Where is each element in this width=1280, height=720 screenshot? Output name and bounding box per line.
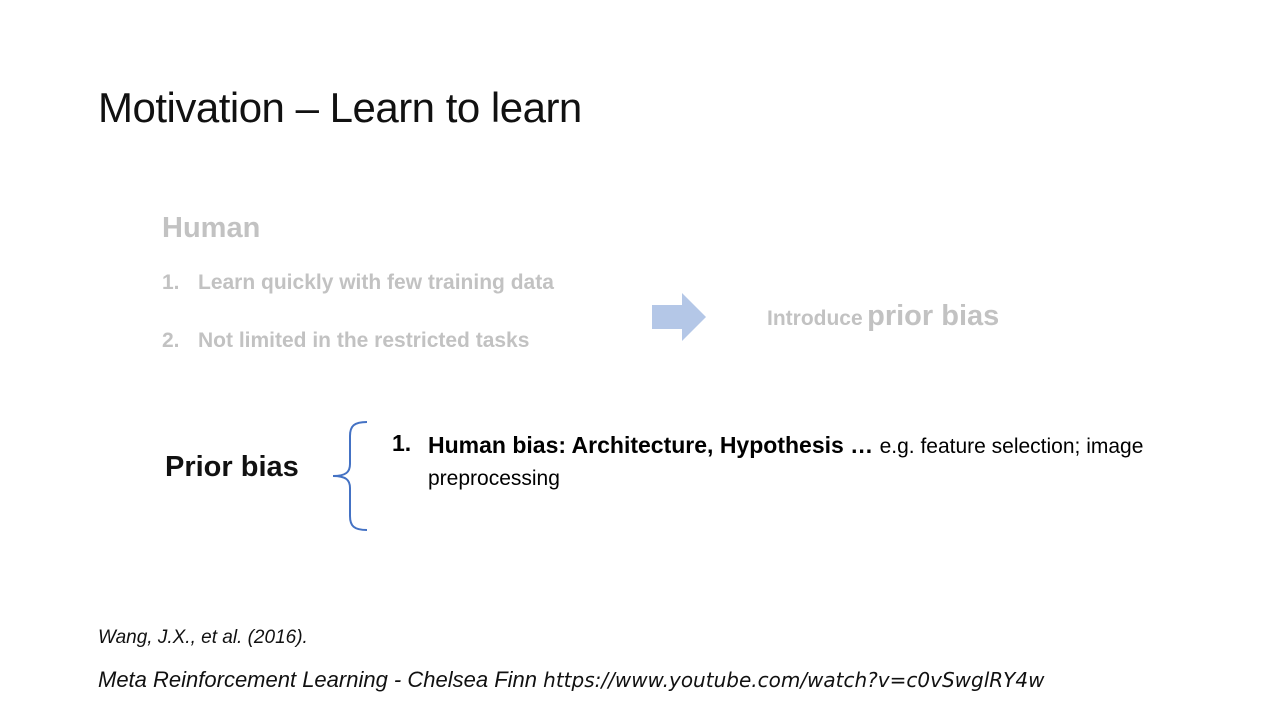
citation: Wang, J.X., et al. (2016).: [98, 627, 308, 648]
human-heading: Human: [162, 212, 261, 244]
list-text: Human bias: Architecture, Hypothesis … e…: [428, 430, 1232, 494]
human-list-item: 1. Learn quickly with few training data: [162, 271, 554, 295]
list-number: 1.: [392, 430, 412, 456]
human-list-item: 2. Not limited in the restricted tasks: [162, 329, 529, 353]
right-arrow-icon: [652, 293, 706, 341]
list-text: Learn quickly with few training data: [198, 271, 554, 294]
reference-url-link[interactable]: https://www.youtube.com/watch?v=c0vSwglR…: [543, 668, 1044, 692]
list-number: 2.: [162, 329, 180, 352]
list-text: Not limited in the restricted tasks: [198, 329, 530, 352]
prior-bias-label: Prior bias: [165, 451, 299, 483]
slide-title: Motivation – Learn to learn: [98, 84, 582, 131]
prior-bias-list-item: 1. Human bias: Architecture, Hypothesis …: [392, 430, 1232, 494]
list-number: 1.: [162, 271, 180, 294]
introduce-word: Introduce: [767, 307, 863, 330]
item-heading: Human bias: Architecture, Hypothesis …: [428, 432, 874, 458]
prior-bias-phrase: prior bias: [867, 300, 1000, 332]
introduce-prior-bias: Introduce prior bias: [767, 300, 999, 333]
reference-title: Meta Reinforcement Learning - Chelsea Fi…: [98, 667, 538, 692]
curly-brace-icon: [332, 421, 368, 531]
reference: Meta Reinforcement Learning - Chelsea Fi…: [98, 667, 1044, 693]
